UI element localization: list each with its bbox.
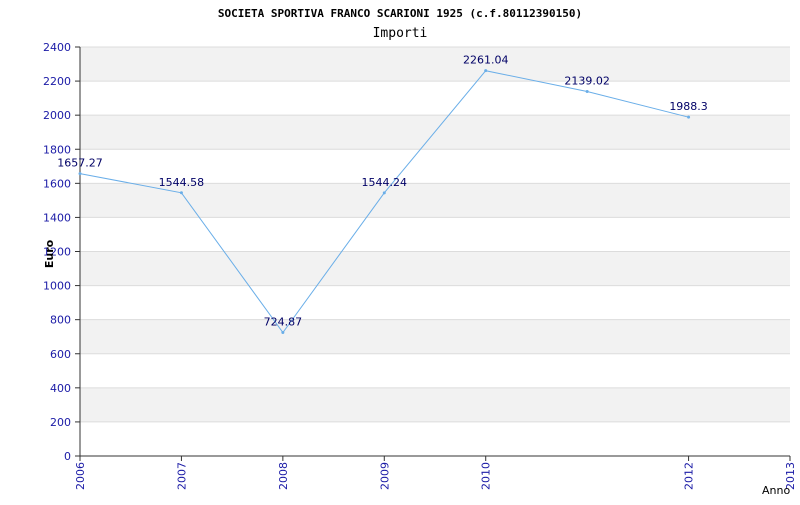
data-label: 2261.04 [463,54,509,67]
y-tick-label: 2000 [43,109,71,122]
y-tick-label: 1600 [43,177,71,190]
background-band [80,319,790,354]
background-band [80,387,790,422]
x-tick-label: 2008 [277,462,290,490]
data-point [585,89,589,93]
data-label: 1657.27 [57,157,103,170]
y-tick-label: 400 [50,382,71,395]
line-chart: SOCIETA SPORTIVA FRANCO SCARIONI 1925 (c… [43,7,797,497]
chart-container: SOCIETA SPORTIVA FRANCO SCARIONI 1925 (c… [0,0,800,500]
x-tick-labels: 2006 2007 2008 2009 2010 2012 2013 [74,462,797,490]
background-band [80,251,790,286]
y-tick-label: 0 [64,450,71,463]
data-point [78,172,82,176]
chart-subtitle: Importi [373,26,428,41]
y-tick-label: 600 [50,348,71,361]
y-tick-label: 2200 [43,75,71,88]
y-tick-label: 200 [50,416,71,429]
y-tick-label: 1800 [43,143,71,156]
y-axis-label: Euro [43,239,56,268]
y-tick-label: 800 [50,314,71,327]
x-tick-label: 2009 [378,462,391,490]
y-tick-label: 2400 [43,41,71,54]
y-tick-label: 1000 [43,280,71,293]
x-tick-label: 2010 [480,462,493,490]
data-point [281,330,285,334]
x-axis-label: Anno [762,484,790,497]
x-tick-label: 2006 [74,462,87,490]
data-label: 1988.3 [669,100,708,113]
data-point [687,115,691,119]
chart-title: SOCIETA SPORTIVA FRANCO SCARIONI 1925 (c… [218,7,582,20]
data-label: 1544.58 [159,176,205,189]
x-tick-label: 2007 [175,462,188,490]
x-tick-label: 2012 [683,462,696,490]
data-label: 2139.02 [564,74,610,87]
data-label: 1544.24 [362,176,408,189]
y-tick-label: 1400 [43,211,71,224]
background-band [80,47,790,82]
data-label: 724.87 [264,315,303,328]
data-point [179,191,183,195]
data-point [382,191,386,195]
data-point [484,69,488,73]
